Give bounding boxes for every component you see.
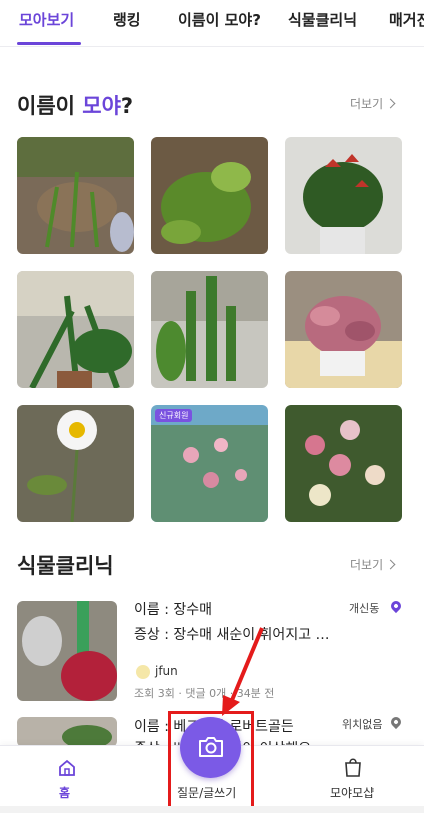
annotation-arrow <box>222 627 264 716</box>
bottom-strip <box>0 806 424 813</box>
